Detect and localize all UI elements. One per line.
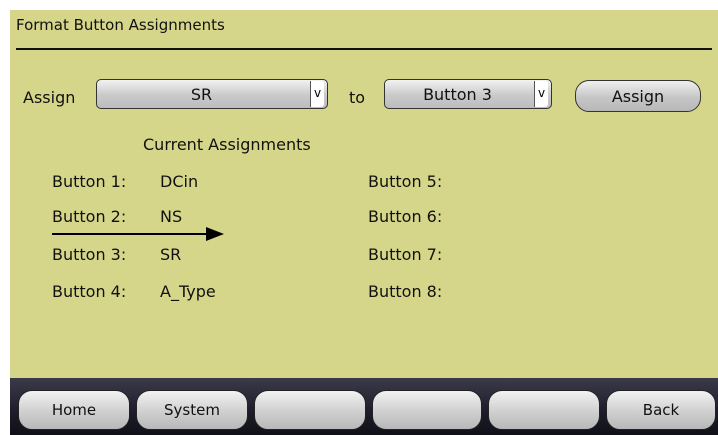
target-dropdown[interactable]: Button 3 v xyxy=(384,79,552,109)
button-1-value: DCin xyxy=(160,172,199,191)
button-6-label: Button 6: xyxy=(368,207,443,226)
button-5-label: Button 5: xyxy=(368,172,443,191)
button-4-value: A_Type xyxy=(160,282,216,301)
button-3-value: SR xyxy=(160,245,182,264)
target-dropdown-value: Button 3 xyxy=(423,84,492,104)
back-button[interactable]: Back xyxy=(606,390,716,430)
button-4-label: Button 4: xyxy=(52,282,127,301)
button-8-label: Button 8: xyxy=(368,282,443,301)
system-button[interactable]: System xyxy=(136,390,248,430)
page-title: Format Button Assignments xyxy=(16,16,225,34)
chevron-down-icon[interactable]: v xyxy=(534,81,548,107)
current-assignments-title: Current Assignments xyxy=(143,135,311,154)
arrow-right-icon xyxy=(52,227,224,241)
title-divider xyxy=(16,48,712,50)
main-panel xyxy=(10,10,718,378)
home-button[interactable]: Home xyxy=(18,390,130,430)
nav-button-3[interactable] xyxy=(254,390,366,430)
source-dropdown-value: SR xyxy=(190,84,213,104)
chevron-down-icon[interactable]: v xyxy=(310,81,324,107)
nav-button-5[interactable] xyxy=(488,390,600,430)
button-1-label: Button 1: xyxy=(52,172,127,191)
button-7-label: Button 7: xyxy=(368,245,443,264)
button-3-label: Button 3: xyxy=(52,245,127,264)
to-label: to xyxy=(349,88,366,107)
assign-label: Assign xyxy=(23,88,76,107)
nav-button-4[interactable] xyxy=(372,390,482,430)
assign-button[interactable]: Assign xyxy=(575,80,701,112)
source-dropdown[interactable]: SR v xyxy=(96,79,328,109)
